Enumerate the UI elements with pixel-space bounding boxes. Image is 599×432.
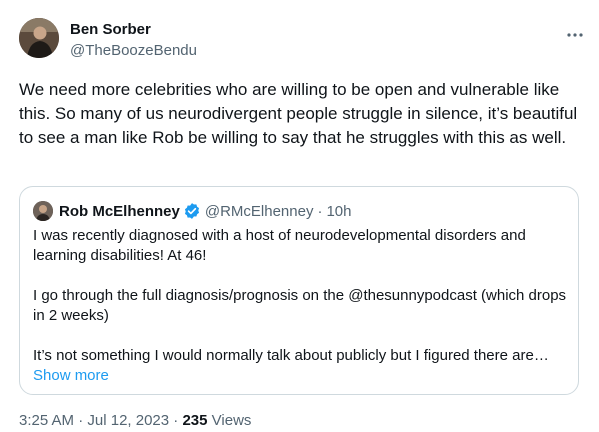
- more-horizontal-icon[interactable]: [565, 26, 585, 37]
- quoted-timestamp[interactable]: 10h: [326, 203, 351, 220]
- author-name[interactable]: Ben Sorber: [70, 21, 151, 38]
- quoted-author-handle[interactable]: @RMcElhenney: [205, 203, 314, 220]
- views-label: Views: [211, 412, 252, 429]
- tweet-text: We need more celebrities who are willing…: [19, 80, 578, 147]
- meta-separator-2: ·: [173, 412, 179, 429]
- tweet-date[interactable]: Jul 12, 2023: [87, 412, 169, 429]
- tweet-time[interactable]: 3:25 AM: [19, 412, 74, 429]
- show-more-link[interactable]: Show more: [33, 367, 109, 384]
- tweet-metadata: 3:25 AM · Jul 12, 2023 · 235 Views: [19, 412, 251, 429]
- quoted-paragraph-2: I go through the full diagnosis/prognosi…: [33, 287, 567, 324]
- quoted-paragraph-3-text: It’s not something I would normally talk…: [33, 347, 549, 364]
- author-handle[interactable]: @TheBoozeBendu: [70, 42, 197, 59]
- verified-badge-icon: [184, 203, 199, 219]
- meta-separator-1: ·: [78, 412, 84, 429]
- quoted-tweet-header: Rob McElhenney @RMcElhenney · 10h: [59, 202, 352, 220]
- quoted-author-avatar[interactable]: [33, 201, 53, 221]
- quoted-author-name[interactable]: Rob McElhenney: [59, 203, 180, 220]
- quoted-paragraph-1: I was recently diagnosed with a host of …: [33, 227, 526, 264]
- quoted-tweet-text: I was recently diagnosed with a host of …: [33, 226, 568, 386]
- quoted-paragraph-3: It’s not something I would normally talk…: [33, 346, 568, 386]
- quoted-separator: ·: [317, 202, 323, 220]
- views-count[interactable]: 235: [182, 412, 207, 429]
- author-avatar[interactable]: [19, 18, 59, 58]
- quoted-tweet[interactable]: Rob McElhenney @RMcElhenney · 10h I was …: [19, 186, 579, 395]
